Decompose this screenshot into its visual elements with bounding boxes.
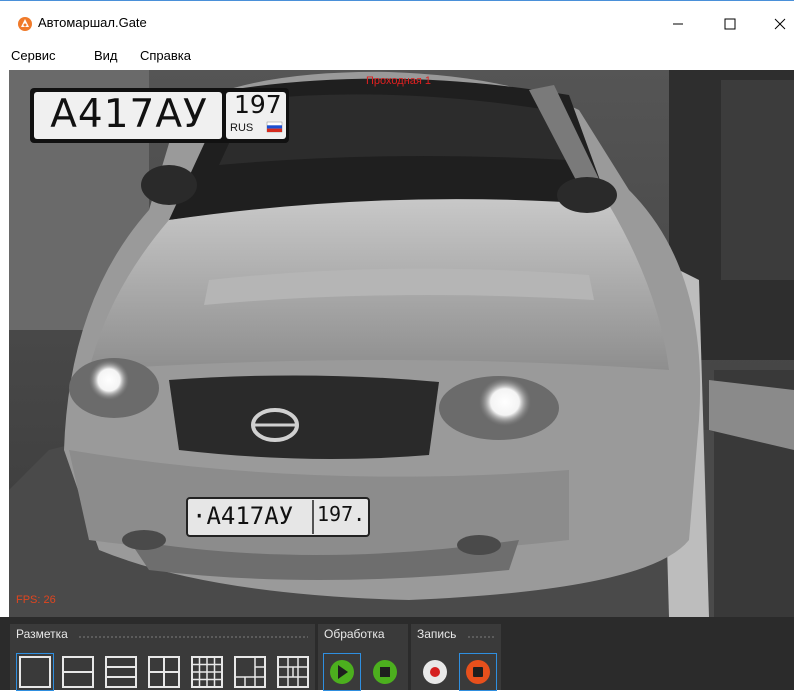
layout-1plus5-button[interactable] <box>231 653 269 691</box>
close-icon <box>774 18 786 30</box>
layout-1x1-button[interactable] <box>16 653 54 691</box>
plate-country: RUS <box>230 122 254 134</box>
plate-region: 197 <box>234 90 282 119</box>
maximize-button[interactable] <box>712 9 748 39</box>
menu-item-view[interactable]: Вид <box>94 48 118 63</box>
layout-group: Разметка <box>10 624 315 691</box>
start-processing-button[interactable] <box>323 653 361 691</box>
car-plate-number: ·А417АУ <box>192 502 294 530</box>
record-group: Запись <box>411 624 501 691</box>
layout-2x2-button[interactable] <box>145 653 183 691</box>
title-bar: Автомаршал.Gate <box>0 0 794 44</box>
camera-view[interactable]: А417АУ 197 RUS ·А417АУ 197. Проходная 1 … <box>9 70 794 617</box>
layout-3-rows-button[interactable] <box>102 653 140 691</box>
fps-counter: FPS: 26 <box>16 594 56 606</box>
plate-number: А417АУ <box>50 92 208 137</box>
stop-record-button[interactable] <box>459 653 497 691</box>
stop-icon <box>373 660 397 684</box>
camera-image <box>9 70 794 617</box>
menu-item-help[interactable]: Справка <box>140 48 191 63</box>
close-button[interactable] <box>762 9 794 39</box>
menu-bar: Сервис Вид Справка <box>0 44 794 68</box>
car-plate-region: 197. <box>317 502 366 526</box>
layout-1plus5-icon <box>234 656 266 688</box>
layout-grid-button[interactable] <box>274 653 312 691</box>
layout-2-rows-button[interactable] <box>59 653 97 691</box>
menu-item-service[interactable]: Сервис <box>11 48 56 63</box>
app-logo-icon <box>18 17 32 31</box>
camera-name-label: Проходная 1 <box>366 75 432 87</box>
window-title: Автомаршал.Gate <box>38 15 147 30</box>
processing-group: Обработка <box>318 624 408 691</box>
layout-1x1-icon <box>19 656 51 688</box>
minimize-button[interactable] <box>660 9 696 39</box>
layout-4x4-icon <box>191 656 223 688</box>
record-group-label: Запись <box>417 627 457 641</box>
layout-3-rows-icon <box>105 656 137 688</box>
record-icon <box>423 660 447 684</box>
processing-group-label: Обработка <box>324 627 385 641</box>
stop-record-icon <box>466 660 490 684</box>
minimize-icon <box>673 23 683 25</box>
maximize-icon <box>724 18 736 30</box>
control-panel: Разметка Обработка Запись <box>0 617 794 691</box>
layout-grid-icon <box>277 656 309 688</box>
layout-group-label: Разметка <box>16 627 68 641</box>
stop-processing-button[interactable] <box>366 653 404 691</box>
layout-2-rows-icon <box>62 656 94 688</box>
layout-2x2-icon <box>148 656 180 688</box>
start-record-button[interactable] <box>416 653 454 691</box>
play-icon <box>330 660 354 684</box>
group-divider <box>78 635 308 639</box>
group-divider <box>467 635 495 639</box>
layout-4x4-button[interactable] <box>188 653 226 691</box>
